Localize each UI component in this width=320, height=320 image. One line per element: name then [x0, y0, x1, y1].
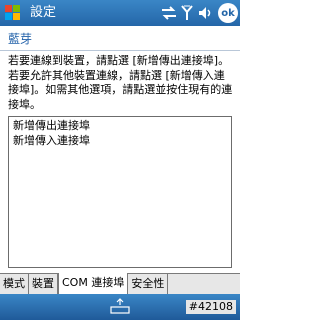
divider — [0, 50, 240, 51]
tab-devices[interactable]: 裝置 — [29, 274, 58, 294]
tab-bar: 模式 裝置 COM 連接埠 安全性 — [0, 273, 240, 294]
list-item-new-incoming-port[interactable]: 新增傳入連接埠 — [13, 134, 223, 149]
instructions-text: 若要連線到裝置，請點選 [新增傳出連接埠]。若要允許其他裝置連線，請點選 [新增… — [8, 54, 233, 111]
tab-security[interactable]: 安全性 — [128, 274, 169, 294]
connectivity-icon[interactable] — [160, 4, 178, 22]
page-heading: 藍芽 — [8, 32, 33, 46]
list-item-new-outgoing-port[interactable]: 新增傳出連接埠 — [13, 119, 223, 134]
volume-icon[interactable] — [198, 4, 214, 22]
menu-bar: #42108 — [0, 294, 240, 320]
ok-button[interactable]: ok — [218, 3, 238, 23]
windows-start-icon[interactable] — [3, 3, 22, 22]
signal-icon[interactable] — [180, 4, 194, 22]
ok-icon: ok — [221, 7, 235, 19]
window-title: 設定 — [30, 5, 57, 20]
keyboard-icon[interactable] — [110, 298, 130, 314]
tab-com-ports[interactable]: COM 連接埠 — [58, 273, 129, 294]
title-bar: 設定 ok — [0, 0, 240, 26]
tab-mode[interactable]: 模式 — [0, 274, 29, 294]
com-port-list[interactable]: 新增傳出連接埠 新增傳入連接埠 — [8, 116, 232, 268]
id-tag: #42108 — [185, 300, 236, 314]
